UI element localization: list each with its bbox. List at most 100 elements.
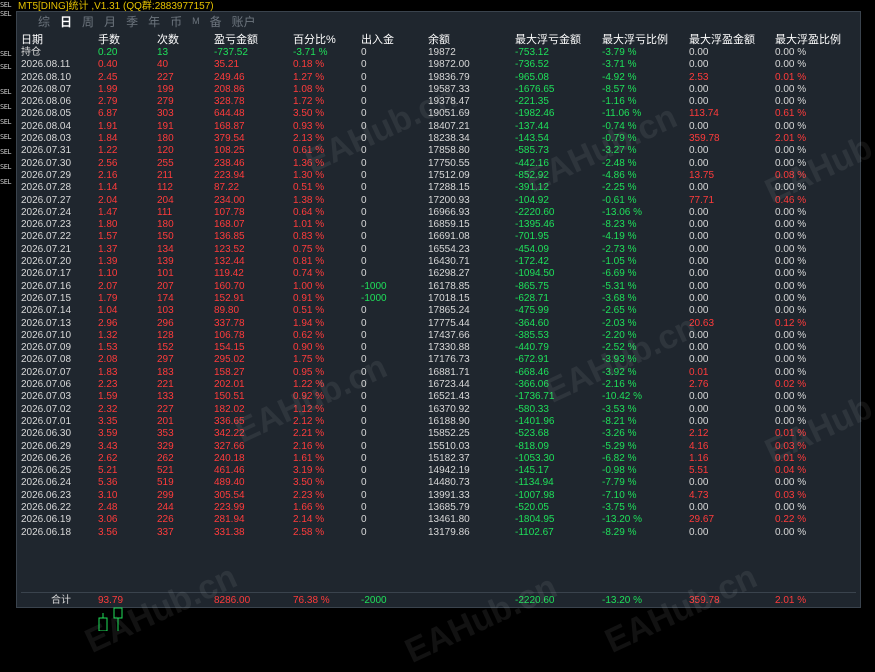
- table-row[interactable]: 2026.07.28 1.14 112 87.22 0.51 % 0 17288.15 -39…: [21, 182, 856, 194]
- table-cell: 0.00: [689, 354, 709, 366]
- table-cell: 0.00: [689, 256, 709, 268]
- table-row[interactable]: 2026.06.18 3.56 337 331.38 2.58 % 0 13179.86 -1…: [21, 527, 856, 539]
- table-row[interactable]: 2026.07.08 2.08 297 295.02 1.75 % 0 17176.73 -6…: [21, 354, 856, 366]
- table-cell: 0: [361, 366, 367, 378]
- table-row[interactable]: 2026.07.24 1.47 111 107.78 0.64 % 0 16966.93 -2…: [21, 207, 856, 219]
- table-cell: 0: [361, 145, 367, 157]
- column-header: 余额: [428, 34, 450, 46]
- table-row[interactable]: 2026.06.26 2.62 262 240.18 1.61 % 0 15182.37 -1…: [21, 453, 856, 465]
- table-cell: 2026.07.06: [21, 379, 72, 391]
- table-row[interactable]: 2026.06.22 2.48 244 223.99 1.66 % 0 13685.79 -5…: [21, 502, 856, 514]
- table-row[interactable]: 2026.07.03 1.59 133 150.51 0.92 % 0 16521.43 -1…: [21, 391, 856, 403]
- table-cell: 2026.07.27: [21, 194, 72, 206]
- table-cell: -3.93 %: [602, 354, 637, 366]
- table-cell: 521: [157, 465, 174, 477]
- total-cell: 8286.00: [214, 595, 251, 606]
- table-cell: 106.78: [214, 329, 245, 341]
- table-row[interactable]: 2026.07.29 2.16 211 223.94 1.30 % 0 17512.09 -8…: [21, 170, 856, 182]
- table-row[interactable]: 2026.08.05 6.87 303 644.48 3.50 % 0 19051.69 -1…: [21, 108, 856, 120]
- table-cell: -6.82 %: [602, 452, 637, 464]
- table-cell: 0.62 %: [293, 329, 325, 341]
- table-row[interactable]: 2026.07.30 2.56 255 238.46 1.36 % 0 17750.55 -4…: [21, 158, 856, 170]
- table-row[interactable]: 2026.06.30 3.59 353 342.22 2.21 % 0 15852.25 -5…: [21, 428, 856, 440]
- table-cell: 2026.08.10: [21, 71, 72, 83]
- table-row[interactable]: 2026.08.06 2.79 279 328.78 1.72 % 0 19378.47 -2…: [21, 96, 856, 108]
- table-cell: 16723.44: [428, 379, 470, 391]
- table-cell: 13179.86: [428, 526, 470, 538]
- table-cell: 1.94 %: [293, 317, 325, 329]
- table-cell: 2026.07.02: [21, 403, 72, 415]
- tab-9[interactable]: 账户: [227, 13, 261, 30]
- tab-2[interactable]: 周: [77, 13, 99, 30]
- table-row[interactable]: 2026.06.25 5.21 521 461.46 3.19 % 0 14942.19 -1…: [21, 465, 856, 477]
- table-cell: 168.87: [214, 120, 245, 132]
- table-cell: 199: [157, 83, 174, 95]
- tab-8[interactable]: 备: [205, 13, 227, 30]
- table-row[interactable]: 2026.07.06 2.23 221 202.01 1.22 % 0 16723.44 -3…: [21, 379, 856, 391]
- table-cell: 0.00: [689, 403, 709, 415]
- table-cell: 0: [361, 243, 367, 255]
- table-row[interactable]: 2026.07.15 1.79 174 152.91 0.91 % -1000 17018.…: [21, 293, 856, 305]
- table-cell: 296: [157, 317, 174, 329]
- tab-4[interactable]: 季: [121, 13, 143, 30]
- table-cell: 0.01 %: [775, 452, 807, 464]
- table-row[interactable]: 2026.06.24 5.36 519 489.40 3.50 % 0 14480.73 -1…: [21, 477, 856, 489]
- table-cell: 202.01: [214, 379, 245, 391]
- table-cell: 6.87: [98, 108, 118, 120]
- table-cell: 0.00 %: [775, 96, 807, 108]
- table-row[interactable]: 2026.06.23 3.10 299 305.54 2.23 % 0 13991.33 -1…: [21, 490, 856, 502]
- table-cell: 0: [361, 526, 367, 538]
- table-cell: 0.00: [689, 243, 709, 255]
- table-row[interactable]: 2026.07.23 1.80 180 168.07 1.01 % 0 16859.15 -1…: [21, 219, 856, 231]
- table-row[interactable]: 2026.07.07 1.83 183 158.27 0.95 % 0 16881.71 -6…: [21, 367, 856, 379]
- table-row[interactable]: 2026.07.02 2.32 227 182.02 1.12 % 0 16370.92 -5…: [21, 404, 856, 416]
- table-cell: -145.17: [515, 465, 549, 477]
- table-row[interactable]: 2026.07.17 1.10 101 119.42 0.74 % 0 16298.27 -1…: [21, 268, 856, 280]
- tab-3[interactable]: 月: [99, 13, 121, 30]
- table-row[interactable]: 2026.07.16 2.07 207 160.70 1.00 % -1000 16178.…: [21, 281, 856, 293]
- table-cell: -1053.30: [515, 452, 555, 464]
- table-row[interactable]: 2026.07.09 1.53 152 154.15 0.90 % 0 17330.88 -4…: [21, 342, 856, 354]
- tab-1[interactable]: 日: [55, 13, 77, 30]
- tab-5[interactable]: 年: [143, 13, 165, 30]
- table-cell: 77.71: [689, 194, 715, 206]
- table-row[interactable]: 2026.07.10 1.32 128 106.78 0.62 % 0 17437.66 -3…: [21, 330, 856, 342]
- tab-7[interactable]: M: [187, 16, 205, 26]
- table-row[interactable]: 2026.07.13 2.96 296 337.78 1.94 % 0 17775.44 -3…: [21, 318, 856, 330]
- table-row[interactable]: 2026.07.21 1.37 134 123.52 0.75 % 0 16554.23 -4…: [21, 244, 856, 256]
- table-cell: 3.06: [98, 514, 118, 526]
- holding-cell: 持仓: [21, 47, 41, 58]
- table-cell: 2.79: [98, 96, 118, 108]
- table-cell: 0.00 %: [775, 501, 807, 513]
- table-row[interactable]: 2026.08.11 0.40 40 35.21 0.18 % 0 19872.00 -736…: [21, 59, 856, 71]
- table-row[interactable]: 2026.07.27 2.04 204 234.00 1.38 % 0 17200.93 -1…: [21, 195, 856, 207]
- table-cell: -8.29 %: [602, 526, 637, 538]
- table-cell: 1.39: [98, 256, 118, 268]
- table-row[interactable]: 2026.08.10 2.45 227 249.46 1.27 % 0 19836.79 -9…: [21, 72, 856, 84]
- tab-0[interactable]: 综: [33, 13, 55, 30]
- table-row[interactable]: 2026.07.20 1.39 139 132.44 0.81 % 0 16430.71 -1…: [21, 256, 856, 268]
- table-row[interactable]: 2026.08.03 1.84 180 379.54 2.13 % 0 18238.34 -1…: [21, 133, 856, 145]
- table-cell: 1.66 %: [293, 501, 325, 513]
- table-cell: 0: [361, 96, 367, 108]
- table-row[interactable]: 2026.08.04 1.91 191 168.87 0.93 % 0 18407.21 -1…: [21, 121, 856, 133]
- table-cell: 0.00 %: [775, 157, 807, 169]
- table-row[interactable]: 2026.06.29 3.43 329 327.66 2.16 % 0 15510.03 -8…: [21, 441, 856, 453]
- holding-cell: 0.00: [689, 47, 709, 58]
- table-cell: 297: [157, 354, 174, 366]
- table-cell: 0: [361, 354, 367, 366]
- table-row[interactable]: 2026.08.07 1.99 199 208.86 1.08 % 0 19587.33 -1…: [21, 84, 856, 96]
- table-row[interactable]: 2026.07.14 1.04 103 89.80 0.51 % 0 17865.24 -47…: [21, 305, 856, 317]
- table-row[interactable]: 2026.06.19 3.06 226 281.94 2.14 % 0 13461.80 -1…: [21, 514, 856, 526]
- table-cell: -523.68: [515, 428, 549, 440]
- table-cell: 119.42: [214, 268, 244, 280]
- tab-6[interactable]: 币: [165, 13, 187, 30]
- table-row[interactable]: 2026.07.22 1.57 150 136.85 0.83 % 0 16691.08 -7…: [21, 231, 856, 243]
- table-cell: 18407.21: [428, 120, 470, 132]
- table-cell: 211: [157, 169, 173, 181]
- table-cell: 15510.03: [428, 440, 470, 452]
- table-row[interactable]: 2026.07.31 1.22 120 108.25 0.61 % 0 17858.80 -5…: [21, 145, 856, 157]
- table-row[interactable]: 2026.07.01 3.35 201 336.65 2.12 % 0 16188.90 -1…: [21, 416, 856, 428]
- left-strip-label: SEL: [0, 50, 12, 58]
- table-cell: -475.99: [515, 305, 549, 317]
